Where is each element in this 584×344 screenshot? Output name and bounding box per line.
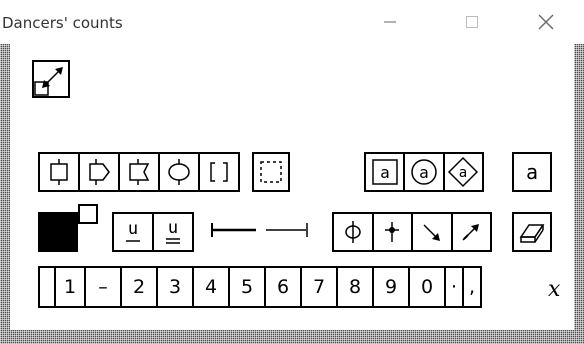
count-item[interactable]: 8	[338, 268, 374, 306]
double-underline-icon	[166, 238, 180, 244]
oval-frame-button[interactable]	[160, 154, 200, 190]
svg-text:a: a	[459, 165, 467, 181]
double-underline-button[interactable]: u	[154, 214, 192, 250]
notched-frame-button[interactable]	[120, 154, 160, 190]
oval-frame-icon	[168, 159, 190, 185]
count-item[interactable]: 6	[266, 268, 302, 306]
close-icon	[538, 14, 554, 30]
circled-a-icon: a	[411, 159, 437, 185]
foreground-color-swatch[interactable]	[38, 212, 78, 252]
box-frame-icon	[50, 159, 68, 185]
arrow-down-right-icon	[423, 224, 440, 241]
close-button[interactable]	[518, 0, 574, 44]
notched-frame-icon	[129, 159, 150, 185]
variable-x-label: x	[548, 277, 561, 302]
count-item[interactable]: 5	[230, 268, 266, 306]
diamond-a-button[interactable]: a	[445, 154, 482, 190]
count-item[interactable]: 1	[56, 268, 86, 306]
count-item[interactable]: 0	[410, 268, 446, 306]
cross-dot-icon	[385, 222, 400, 242]
count-item[interactable]: –	[86, 268, 122, 306]
letter-a-variants-group: a a a	[364, 152, 484, 192]
eraser-button[interactable]	[512, 212, 552, 252]
single-underline-button[interactable]: u	[114, 214, 154, 250]
boxed-a-button[interactable]: a	[366, 154, 406, 190]
plain-a-button[interactable]: a	[512, 152, 552, 192]
double-underline-letter: u	[167, 218, 179, 238]
minimize-icon	[384, 21, 396, 23]
bracket-frame-button[interactable]	[200, 154, 238, 190]
direction-icons-group	[332, 212, 492, 252]
arrow-down-right-button[interactable]	[413, 214, 453, 250]
diamond-a-icon: a	[448, 156, 479, 188]
title-bar: Dancers' counts	[0, 0, 584, 44]
count-item[interactable]: 9	[374, 268, 410, 306]
svg-text:a: a	[419, 163, 429, 182]
cross-dot-button[interactable]	[374, 214, 413, 250]
count-blank[interactable]	[40, 268, 56, 306]
count-strip: 1 – 2 3 4 5 6 7 8 9 0 · ,	[38, 266, 482, 308]
line-start-cap-button[interactable]	[210, 220, 258, 240]
arrow-up-right-button[interactable]	[453, 214, 491, 250]
dashed-frame-button[interactable]	[252, 152, 290, 192]
line-end-cap-icon	[266, 223, 308, 237]
count-item[interactable]: 2	[122, 268, 158, 306]
arrow-up-right-icon	[462, 224, 480, 241]
window-title: Dancers' counts	[2, 14, 123, 32]
boxed-a-icon: a	[371, 159, 398, 185]
plain-a-label: a	[525, 160, 539, 184]
count-item[interactable]: ,	[464, 268, 482, 306]
phi-icon	[345, 221, 361, 243]
count-item[interactable]: ·	[446, 268, 464, 306]
line-start-cap-icon	[211, 223, 256, 237]
line-end-cap-button[interactable]	[264, 220, 310, 240]
frame-shapes-group	[38, 152, 240, 192]
arrow-frame-icon	[89, 159, 110, 185]
count-item[interactable]: 4	[194, 268, 230, 306]
underline-group: u u	[112, 212, 194, 252]
dashed-frame-icon	[260, 161, 282, 183]
box-frame-button[interactable]	[40, 154, 80, 190]
eraser-icon	[519, 224, 545, 243]
circled-a-button[interactable]: a	[405, 154, 445, 190]
background-color-swatch[interactable]	[78, 204, 98, 224]
svg-text:a: a	[380, 163, 390, 182]
maximize-button[interactable]	[444, 0, 500, 44]
single-underline-icon	[126, 239, 140, 242]
phi-button[interactable]	[334, 214, 374, 250]
resize-tool-button[interactable]	[32, 60, 70, 98]
count-item[interactable]: 7	[302, 268, 338, 306]
diagonal-resize-icon	[34, 67, 63, 96]
bracket-frame-icon	[210, 162, 228, 182]
minimize-button[interactable]	[362, 0, 418, 44]
maximize-icon	[466, 16, 478, 28]
arrow-frame-button[interactable]	[80, 154, 120, 190]
count-item[interactable]: 3	[158, 268, 194, 306]
single-underline-letter: u	[127, 218, 139, 239]
